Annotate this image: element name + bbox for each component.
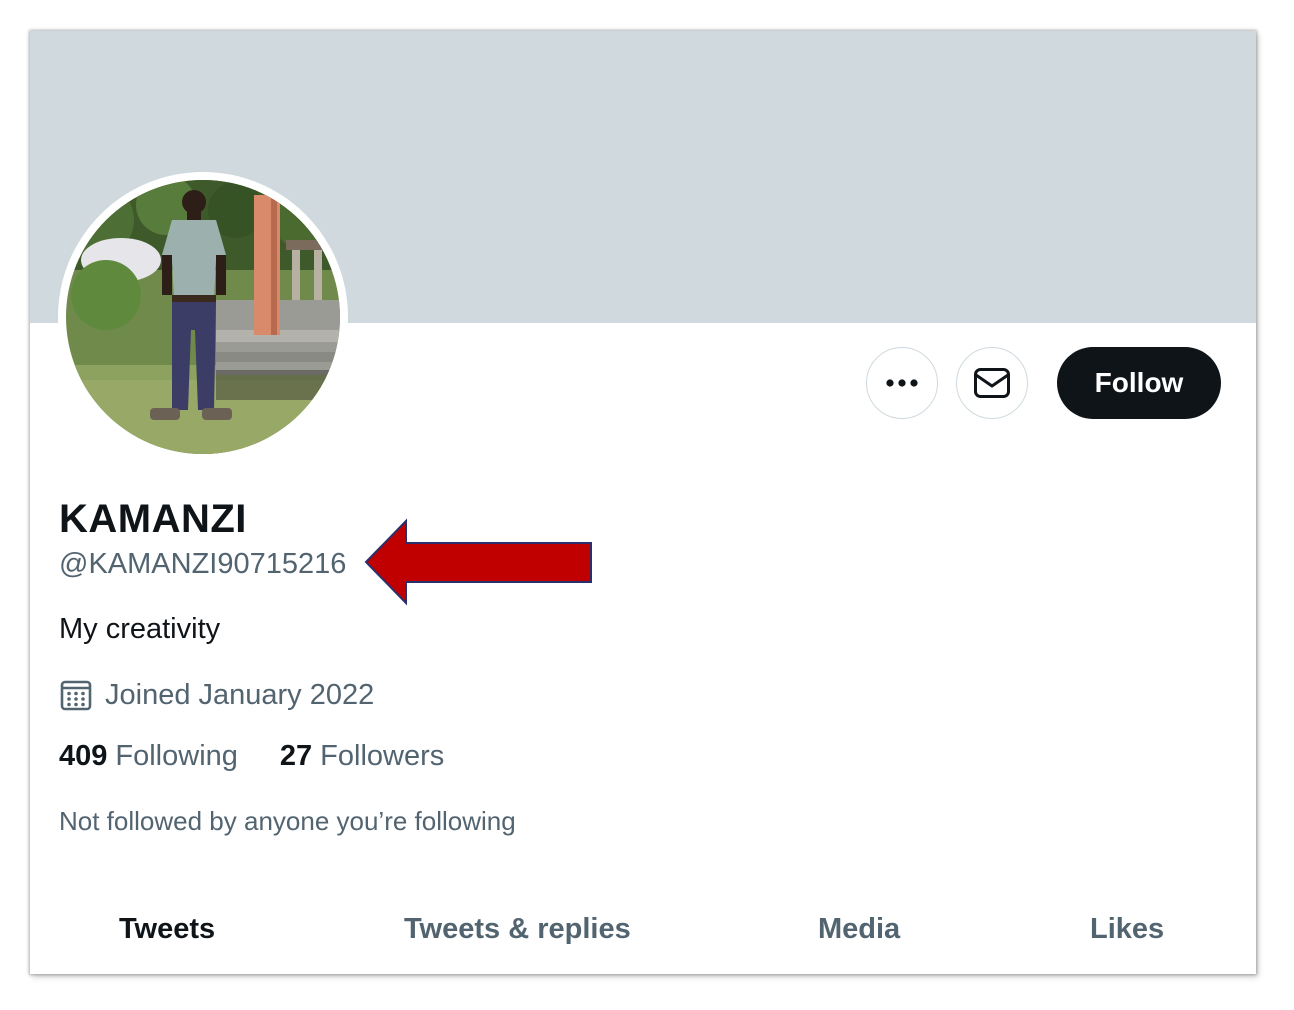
- profile-display-name: KAMANZI: [59, 497, 247, 541]
- follow-stats: 409 Following 27 Followers: [59, 740, 444, 773]
- annotation-arrow: [364, 518, 592, 606]
- message-button[interactable]: [956, 347, 1028, 419]
- follow-button[interactable]: Follow: [1057, 347, 1221, 419]
- tab-media[interactable]: Media: [818, 913, 900, 946]
- profile-tabs: Tweets Tweets & replies Media Likes: [30, 899, 1256, 974]
- following-link[interactable]: 409 Following: [59, 740, 238, 773]
- joined-date: Joined January 2022: [59, 678, 374, 712]
- profile-card: Follow KAMANZI @KAMANZI90715216 My creat…: [30, 31, 1256, 974]
- avatar[interactable]: [58, 172, 348, 462]
- envelope-icon: [974, 368, 1010, 398]
- following-count: 409: [59, 740, 108, 772]
- calendar-icon: [60, 680, 92, 711]
- tab-likes[interactable]: Likes: [1090, 913, 1164, 946]
- tab-tweets[interactable]: Tweets: [119, 913, 215, 946]
- avatar-photo: [66, 180, 340, 454]
- more-horizontal-icon: [886, 379, 918, 387]
- followers-label: Followers: [320, 740, 445, 772]
- joined-text: Joined January 2022: [105, 678, 375, 711]
- profile-handle: @KAMANZI90715216: [59, 548, 347, 580]
- followers-count: 27: [279, 740, 313, 772]
- tab-tweets-replies[interactable]: Tweets & replies: [404, 913, 631, 946]
- followers-link[interactable]: 27 Followers: [280, 740, 444, 773]
- following-label: Following: [115, 740, 238, 772]
- more-options-button[interactable]: [866, 347, 938, 419]
- profile-bio: My creativity: [59, 613, 221, 645]
- mutual-followers-note: Not followed by anyone you’re following: [59, 806, 516, 836]
